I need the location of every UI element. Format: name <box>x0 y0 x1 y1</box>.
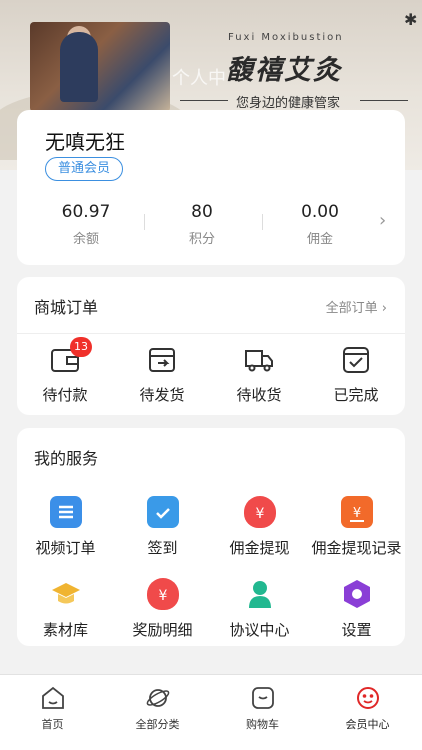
member-face-icon <box>355 685 381 711</box>
graduation-cap-icon <box>50 578 82 610</box>
all-orders-label: 全部订单 <box>325 301 378 316</box>
service-materials[interactable]: 素材库 <box>17 578 114 640</box>
stat-divider <box>144 214 145 230</box>
check-box-icon <box>341 345 371 375</box>
orders-card: 商城订单 全部订单 › 13 待付款 待发货 待收货 已完成 <box>17 277 405 415</box>
service-label: 签到 <box>147 539 178 557</box>
person-icon <box>244 578 276 610</box>
stat-commission[interactable]: 0.00 佣金 <box>265 202 375 247</box>
money-bag-icon: ¥ <box>243 496 276 528</box>
chevron-right-icon[interactable]: › <box>379 210 386 231</box>
service-label: 素材库 <box>42 621 88 639</box>
service-label: 设置 <box>341 621 372 639</box>
order-label: 已完成 <box>333 386 379 404</box>
slogan-line-right <box>360 100 408 101</box>
tab-label: 全部分类 <box>135 718 180 731</box>
stat-divider <box>262 214 263 230</box>
brand-title-en: Fuxi Moxibustion <box>228 32 344 43</box>
hexagon-settings-icon <box>341 578 373 610</box>
all-orders-link[interactable]: 全部订单 › <box>326 297 387 316</box>
order-count-badge: 13 <box>70 337 92 357</box>
bottom-tab-bar: 首页 全部分类 购物车 会员中心 <box>0 674 422 750</box>
stat-label: 佣金 <box>306 232 333 247</box>
money-bag-icon: ¥ <box>146 578 179 610</box>
order-label: 待收货 <box>236 386 282 404</box>
banner-photo <box>30 22 170 112</box>
service-commission-withdraw[interactable]: ¥ 佣金提现 <box>211 496 308 558</box>
home-icon <box>40 685 66 711</box>
svg-text:¥: ¥ <box>352 506 360 521</box>
service-settings[interactable]: 设置 <box>308 578 405 640</box>
stat-value: 0.00 <box>301 202 339 222</box>
tab-label: 会员中心 <box>345 718 390 731</box>
stat-label: 积分 <box>188 232 215 247</box>
stat-value: 60.97 <box>61 202 111 222</box>
service-label: 佣金提现 <box>229 539 290 557</box>
chevron-right-icon: › <box>381 301 387 316</box>
wallet-icon: 13 <box>50 337 92 375</box>
member-level-badge[interactable]: 普通会员 <box>45 157 124 181</box>
order-pending-receipt[interactable]: 待收货 <box>212 345 306 405</box>
branch-decoration-icon: ✱ <box>404 10 418 29</box>
user-card: 无嗔无狂 普通会员 60.97 余额 80 积分 0.00 佣金 › <box>17 110 405 265</box>
services-card: 我的服务 视频订单 签到 ¥ 佣金提现 ¥ 佣金提现记录 素材库 ¥ 奖励明细 <box>17 428 405 646</box>
stat-label: 余额 <box>72 232 99 247</box>
order-pending-shipment[interactable]: 待发货 <box>115 345 209 405</box>
order-label: 待付款 <box>42 386 88 404</box>
package-out-icon <box>147 345 177 375</box>
page-title-ghost: 个人中 <box>172 68 226 89</box>
order-completed[interactable]: 已完成 <box>309 345 403 405</box>
record-icon: ¥ <box>340 496 373 528</box>
service-label: 视频订单 <box>35 539 96 557</box>
service-reward-details[interactable]: ¥ 奖励明细 <box>114 578 211 640</box>
orders-title: 商城订单 <box>34 298 99 317</box>
cart-box-icon <box>250 685 276 711</box>
calendar-check-icon <box>146 494 179 528</box>
svg-text:¥: ¥ <box>255 506 264 522</box>
service-agreements[interactable]: 协议中心 <box>211 578 308 640</box>
stat-value: 80 <box>191 202 213 222</box>
service-label: 佣金提现记录 <box>311 539 402 557</box>
service-label: 协议中心 <box>229 621 290 639</box>
svg-text:¥: ¥ <box>158 588 167 604</box>
tab-member-center[interactable]: 会员中心 <box>315 685 420 732</box>
person-figure <box>60 32 98 102</box>
service-check-in[interactable]: 签到 <box>114 494 211 558</box>
tab-home[interactable]: 首页 <box>0 685 105 732</box>
tab-cart[interactable]: 购物车 <box>210 685 315 732</box>
tab-label: 购物车 <box>246 718 279 731</box>
user-name: 无嗔无狂 <box>45 130 125 154</box>
stat-points[interactable]: 80 积分 <box>147 202 257 247</box>
service-video-orders[interactable]: 视频订单 <box>17 496 114 558</box>
slogan-line-left <box>180 100 228 101</box>
planet-icon <box>145 685 171 711</box>
brand-title-cn: 馥禧艾灸 <box>226 55 342 86</box>
service-label: 奖励明细 <box>132 621 193 639</box>
service-commission-records[interactable]: ¥ 佣金提现记录 <box>308 496 405 558</box>
order-pending-payment[interactable]: 13 待付款 <box>18 337 112 405</box>
user-stats: 60.97 余额 80 积分 0.00 佣金 › <box>17 202 405 252</box>
divider <box>17 333 405 334</box>
tab-categories[interactable]: 全部分类 <box>105 685 210 732</box>
brand-slogan: 您身边的健康管家 <box>236 96 341 111</box>
order-label: 待发货 <box>139 386 185 404</box>
services-title: 我的服务 <box>34 449 99 468</box>
list-doc-icon <box>49 496 82 528</box>
stat-balance[interactable]: 60.97 余额 <box>31 202 141 247</box>
truck-icon <box>244 345 274 375</box>
tab-label: 首页 <box>41 718 64 731</box>
